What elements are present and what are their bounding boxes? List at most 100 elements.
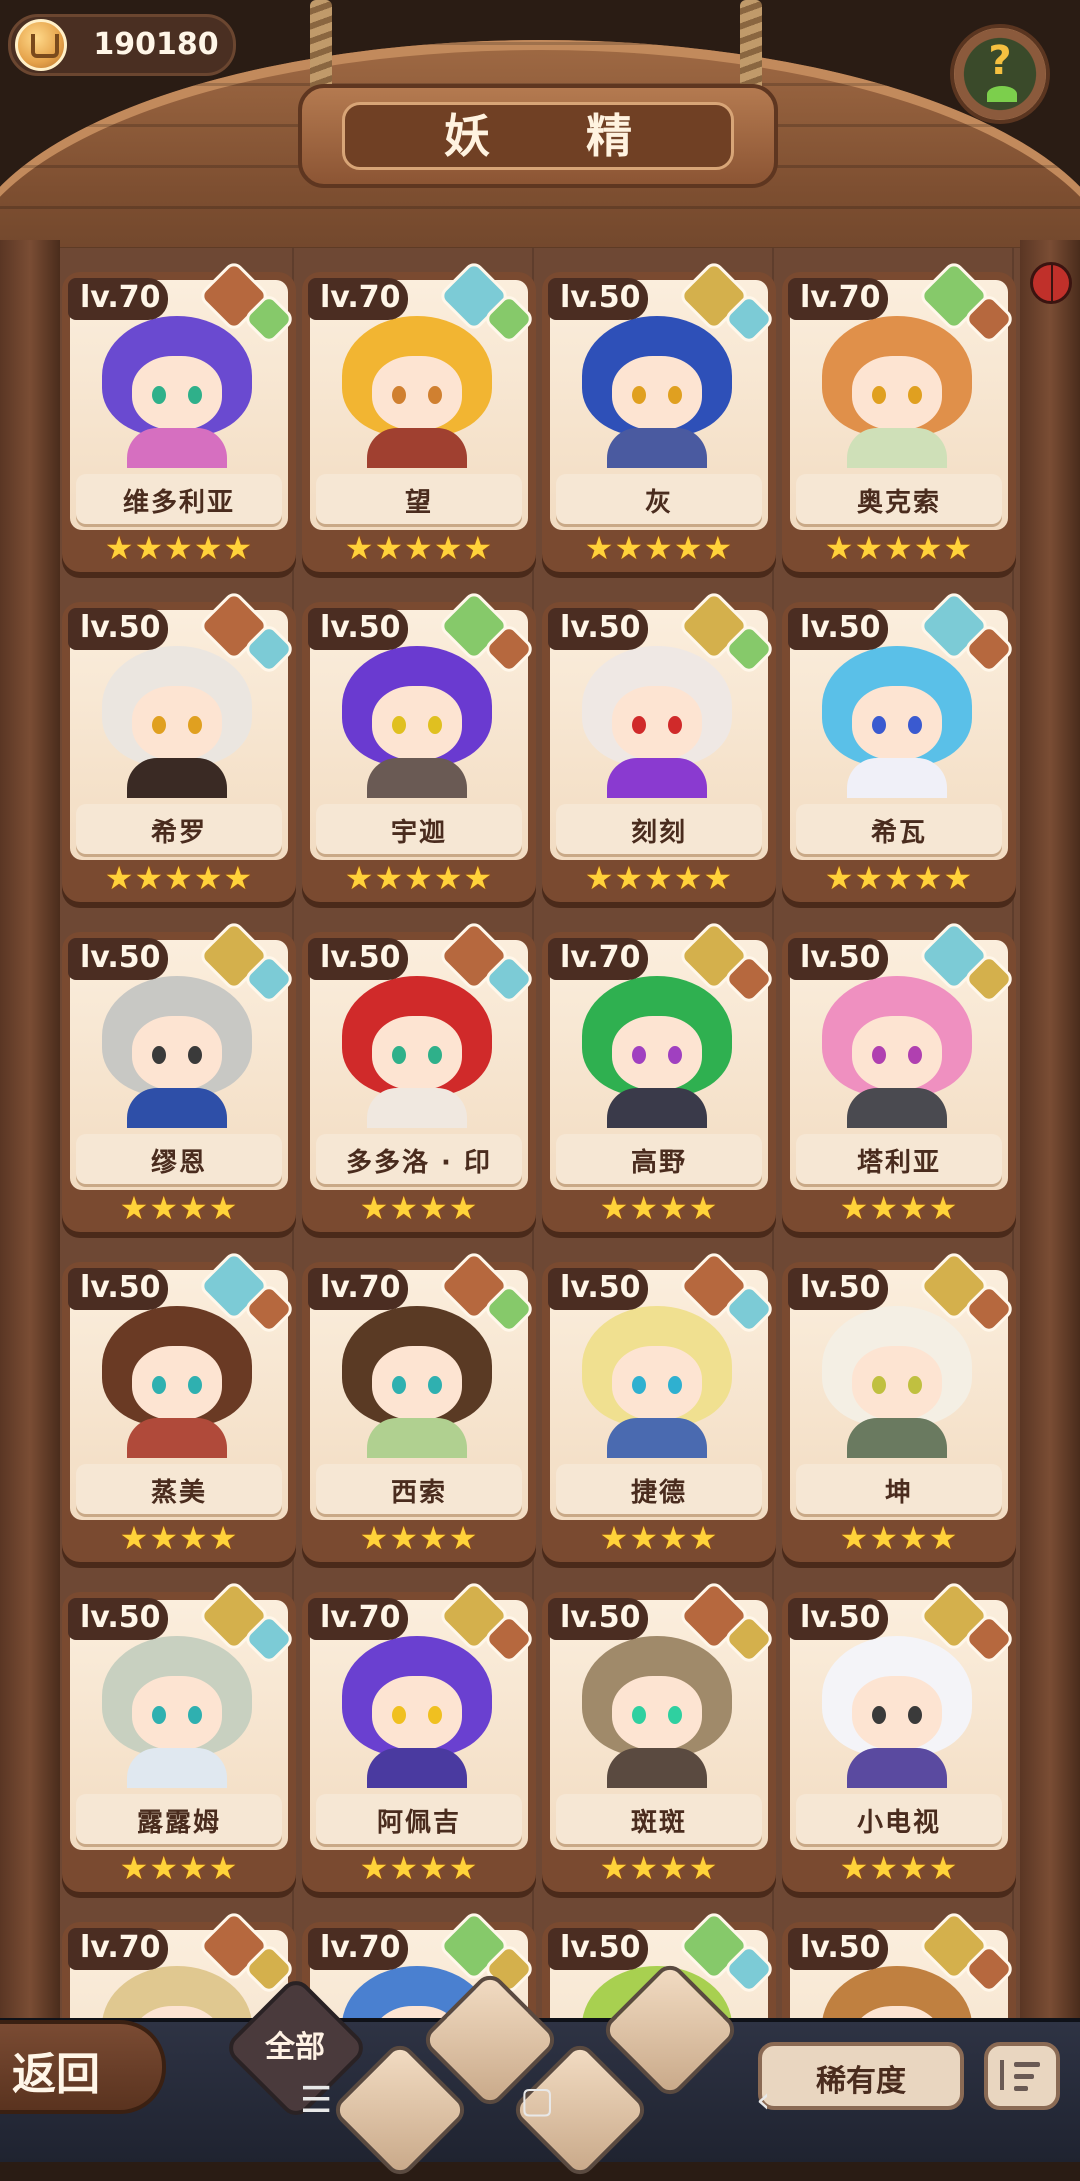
help-icon: ? bbox=[988, 38, 1012, 84]
fairy-name: 高野 bbox=[630, 1148, 687, 1178]
fairy-card[interactable]: lv.50 灰 ★★★★★ bbox=[542, 258, 776, 572]
star-rating: ★★★★ bbox=[359, 1519, 479, 1557]
fairy-card[interactable]: lv.50 小电视 ★★★★ bbox=[782, 1578, 1016, 1892]
level-badge: lv.50 bbox=[788, 608, 888, 650]
fairy-level: lv.70 bbox=[560, 940, 641, 975]
fairy-portrait bbox=[342, 1306, 492, 1458]
level-badge: lv.50 bbox=[788, 1598, 888, 1640]
name-ribbon: 希罗 bbox=[76, 804, 282, 854]
level-badge: lv.50 bbox=[548, 278, 648, 320]
fairy-name: 维多利亚 bbox=[122, 488, 235, 518]
level-badge: lv.50 bbox=[68, 1598, 168, 1640]
name-ribbon: 斑斑 bbox=[556, 1794, 762, 1844]
fairy-portrait bbox=[102, 1636, 252, 1788]
fairy-card[interactable]: lv.50 希瓦 ★★★★★ bbox=[782, 588, 1016, 902]
fairy-grid: lv.70 维多利亚 ★★★★★ lv.70 望 ★★★★★ lv.50 灰 ★… bbox=[62, 258, 1022, 2018]
name-ribbon: 刻刻 bbox=[556, 804, 762, 854]
fairy-card[interactable]: lv.70 维多利亚 ★★★★★ bbox=[62, 258, 296, 572]
fairy-card[interactable]: lv.50 塔利亚 ★★★★ bbox=[782, 918, 1016, 1232]
fairy-portrait bbox=[582, 316, 732, 468]
level-badge: lv.50 bbox=[788, 1268, 888, 1310]
name-ribbon: 维多利亚 bbox=[76, 474, 282, 524]
fairy-level: lv.50 bbox=[560, 1270, 641, 1305]
fairy-card[interactable]: lv.50 斑斑 ★★★★ bbox=[542, 1578, 776, 1892]
rarity-sort-button[interactable]: 稀有度 bbox=[758, 2042, 964, 2110]
fairy-card[interactable]: lv.50 捷德 ★★★★ bbox=[542, 1248, 776, 1562]
sort-label: 稀有度 bbox=[816, 2064, 906, 2099]
fairy-card[interactable]: lv.50 宇迦 ★★★★★ bbox=[302, 588, 536, 902]
fairy-portrait bbox=[582, 646, 732, 798]
fairy-name: 塔利亚 bbox=[856, 1148, 941, 1178]
currency-value: 190180 bbox=[93, 27, 219, 62]
fairy-level: lv.50 bbox=[80, 1270, 161, 1305]
fairy-portrait bbox=[102, 1306, 252, 1458]
fairy-name: 希瓦 bbox=[870, 818, 927, 848]
name-ribbon: 缪恩 bbox=[76, 1134, 282, 1184]
fairy-card[interactable]: lv.70 高野 ★★★★ bbox=[542, 918, 776, 1232]
fairy-card[interactable]: lv.70 西索 ★★★★ bbox=[302, 1248, 536, 1562]
name-ribbon: 捷德 bbox=[556, 1464, 762, 1514]
fairy-card[interactable]: lv.70 奥克索 ★★★★★ bbox=[782, 258, 1016, 572]
star-rating: ★★★★ bbox=[359, 1849, 479, 1887]
level-badge: lv.50 bbox=[68, 938, 168, 980]
fairy-card[interactable]: lv.50 蒸美 ★★★★ bbox=[62, 1248, 296, 1562]
level-badge: lv.70 bbox=[308, 1598, 408, 1640]
fairy-name: 希罗 bbox=[150, 818, 207, 848]
fairy-card[interactable]: lv.50 多多洛 · 印 ★★★★ bbox=[302, 918, 536, 1232]
fairy-portrait bbox=[342, 646, 492, 798]
fairy-name: 刻刻 bbox=[630, 818, 687, 848]
star-rating: ★★★★★ bbox=[104, 859, 254, 897]
home-nav-icon[interactable]: ▢ bbox=[520, 2080, 554, 2121]
top-bar: 190180 妖 精 ? bbox=[0, 0, 1080, 370]
fairy-portrait bbox=[822, 316, 972, 468]
fairy-level: lv.50 bbox=[320, 610, 401, 645]
sort-order-button[interactable] bbox=[984, 2042, 1060, 2110]
name-ribbon: 蒸美 bbox=[76, 1464, 282, 1514]
fairy-card[interactable]: lv.50 坤 ★★★★ bbox=[782, 1248, 1016, 1562]
name-ribbon: 多多洛 · 印 bbox=[316, 1134, 522, 1184]
fairy-portrait bbox=[822, 1306, 972, 1458]
fairy-level: lv.50 bbox=[320, 940, 401, 975]
fairy-portrait bbox=[102, 976, 252, 1128]
level-badge: lv.70 bbox=[788, 278, 888, 320]
fairy-name: 缪恩 bbox=[150, 1148, 207, 1178]
fairy-card[interactable]: lv.70 望 ★★★★★ bbox=[302, 258, 536, 572]
fairy-level: lv.70 bbox=[80, 280, 161, 315]
fairy-name: 奥克索 bbox=[856, 488, 941, 518]
help-button[interactable]: ? bbox=[950, 24, 1050, 124]
fairy-card[interactable]: lv.70 阿佩吉 ★★★★ bbox=[302, 1578, 536, 1892]
name-ribbon: 西索 bbox=[316, 1464, 522, 1514]
fairy-name: 西索 bbox=[390, 1478, 447, 1508]
back-button[interactable]: 返回 bbox=[0, 2020, 166, 2114]
fairy-portrait bbox=[582, 976, 732, 1128]
back-nav-icon[interactable]: ‹ bbox=[756, 2080, 770, 2121]
menu-nav-icon[interactable]: ☰ bbox=[300, 2080, 332, 2121]
fairy-card[interactable]: lv.70 bbox=[62, 1908, 296, 2018]
name-ribbon: 塔利亚 bbox=[796, 1134, 1002, 1184]
star-rating: ★★★★ bbox=[119, 1519, 239, 1557]
star-rating: ★★★★★ bbox=[584, 529, 734, 567]
fairy-card[interactable]: lv.50 露露姆 ★★★★ bbox=[62, 1578, 296, 1892]
level-badge: lv.70 bbox=[548, 938, 648, 980]
fairy-portrait bbox=[582, 1636, 732, 1788]
level-badge: lv.50 bbox=[548, 1928, 648, 1970]
fairy-card[interactable]: lv.50 bbox=[782, 1908, 1016, 2018]
currency-display: 190180 bbox=[8, 14, 236, 76]
fairy-level: lv.50 bbox=[560, 1600, 641, 1635]
fairy-level: lv.50 bbox=[80, 940, 161, 975]
level-badge: lv.50 bbox=[68, 1268, 168, 1310]
level-badge: lv.70 bbox=[308, 278, 408, 320]
level-badge: lv.70 bbox=[68, 278, 168, 320]
fairy-level: lv.70 bbox=[320, 1600, 401, 1635]
fairy-card[interactable]: lv.50 缪恩 ★★★★ bbox=[62, 918, 296, 1232]
fairy-portrait bbox=[822, 1636, 972, 1788]
fairy-name: 捷德 bbox=[630, 1478, 687, 1508]
level-badge: lv.70 bbox=[308, 1268, 408, 1310]
fairy-card[interactable]: lv.50 刻刻 ★★★★★ bbox=[542, 588, 776, 902]
fairy-level: lv.50 bbox=[560, 610, 641, 645]
fairy-level: lv.50 bbox=[80, 1600, 161, 1635]
fairy-level: lv.70 bbox=[800, 280, 881, 315]
fairy-card[interactable]: lv.50 希罗 ★★★★★ bbox=[62, 588, 296, 902]
star-rating: ★★★★★ bbox=[824, 529, 974, 567]
name-ribbon: 望 bbox=[316, 474, 522, 524]
